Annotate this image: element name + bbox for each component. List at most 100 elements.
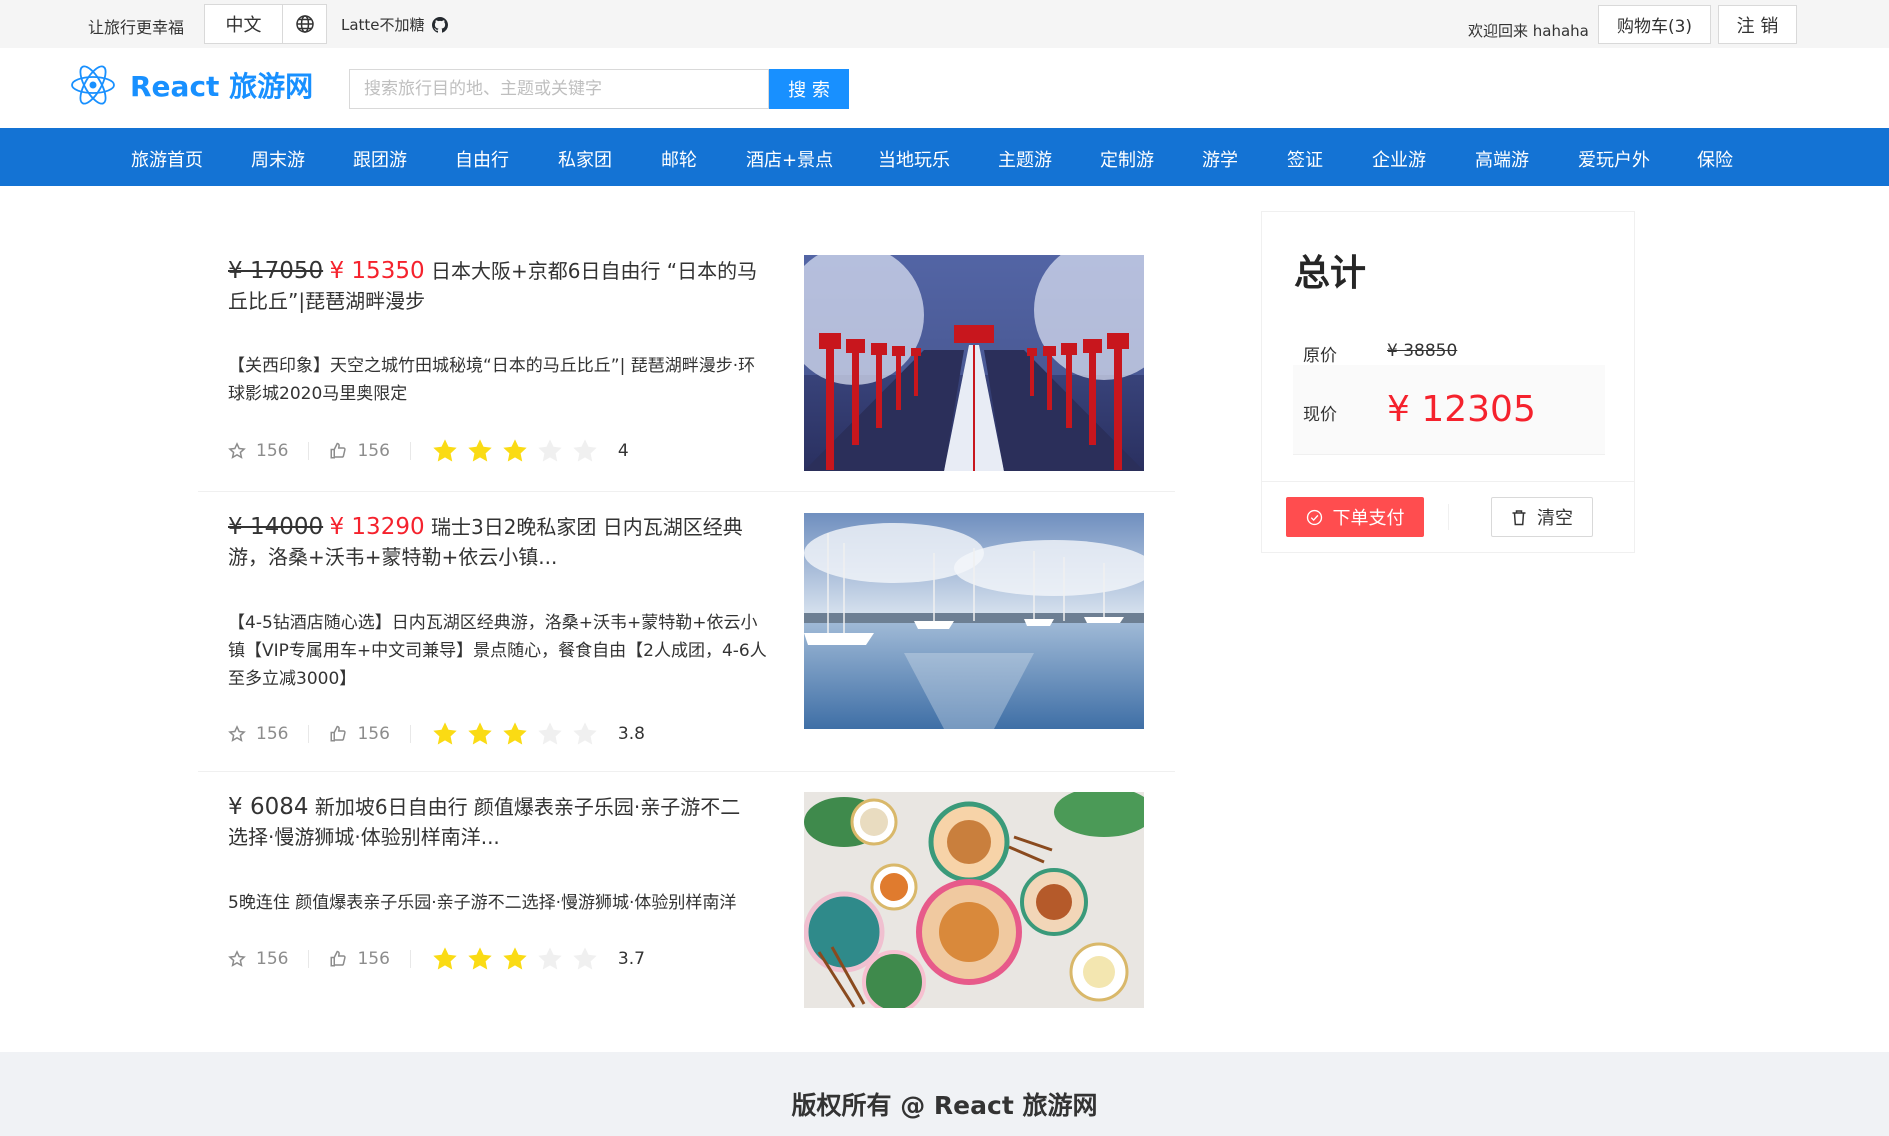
star-icon[interactable]: [536, 720, 564, 748]
product-image[interactable]: [804, 792, 1144, 1008]
star-icon[interactable]: [501, 720, 529, 748]
favorite-action[interactable]: 156: [228, 949, 288, 969]
product-actions: 156 156 3.8: [228, 721, 645, 747]
favorite-action[interactable]: 156: [228, 441, 288, 461]
order-summary: 总计 原价 ¥ 38850 现价 ¥ 12305 下单支付 清空: [1261, 211, 1635, 553]
clear-button-label: 清空: [1537, 508, 1573, 529]
nav-item-insurance[interactable]: 保险: [1697, 146, 1733, 172]
nav-item-custom[interactable]: 定制游: [1100, 146, 1154, 172]
logo[interactable]: React 旅游网: [70, 64, 313, 106]
pay-button[interactable]: 下单支付: [1286, 497, 1424, 537]
rating-value: 4: [617, 441, 629, 461]
star-icon[interactable]: [501, 437, 529, 465]
product-description: 【关西印象】天空之城竹田城秘境“日本的马丘比丘”| 琵琶湖畔漫步·环球影城202…: [228, 356, 756, 404]
current-price-label: 现价: [1303, 405, 1337, 425]
star-icon[interactable]: [466, 945, 494, 973]
nav-item-home[interactable]: 旅游首页: [131, 146, 203, 172]
nav-item-weekend[interactable]: 周末游: [251, 146, 305, 172]
like-count: 156: [357, 949, 390, 969]
thumbs-up-icon: [330, 950, 347, 967]
divider: [409, 950, 411, 968]
rating-stars[interactable]: 3.7: [431, 945, 645, 973]
star-icon[interactable]: [571, 720, 599, 748]
original-price-value: ¥ 38850: [1387, 341, 1458, 361]
search-input[interactable]: [349, 69, 769, 109]
star-outline-icon: [228, 442, 246, 459]
search-bar: 搜 索: [349, 69, 849, 109]
language-dropdown-button[interactable]: [283, 4, 327, 44]
star-icon[interactable]: [466, 720, 494, 748]
like-count: 156: [357, 724, 390, 744]
like-action[interactable]: 156: [329, 724, 390, 744]
current-price-row: 现价 ¥ 12305: [1293, 365, 1605, 455]
welcome-text: 欢迎回来 hahaha: [1468, 22, 1589, 40]
summary-title: 总计: [1294, 253, 1367, 294]
globe-icon: [295, 15, 314, 33]
product-image[interactable]: [804, 255, 1144, 471]
divider: [308, 950, 310, 968]
nav-item-cruise[interactable]: 邮轮: [661, 146, 697, 172]
nav-item-outdoor[interactable]: 爱玩户外: [1578, 146, 1650, 172]
nav-item-private-group[interactable]: 私家团: [558, 146, 612, 172]
copyright: 版权所有 @ React 旅游网: [791, 1091, 1098, 1120]
nav-item-local-fun[interactable]: 当地玩乐: [878, 146, 950, 172]
nav-item-theme[interactable]: 主题游: [998, 146, 1052, 172]
language-button[interactable]: 中文: [204, 4, 283, 44]
product-actions: 156 156 4: [228, 438, 629, 464]
main-nav: 旅游首页 周末游 跟团游 自由行 私家团 邮轮 酒店+景点 当地玩乐 主题游 定…: [0, 128, 1889, 186]
logout-button[interactable]: 注 销: [1718, 5, 1797, 44]
cart-button[interactable]: 购物车(3): [1598, 5, 1711, 44]
check-circle-icon: [1306, 509, 1322, 525]
star-icon[interactable]: [536, 437, 564, 465]
nav-item-study-tour[interactable]: 游学: [1202, 146, 1238, 172]
clear-cart-button[interactable]: 清空: [1491, 497, 1593, 537]
list-item: ¥ 17050 ¥ 15350 日本大阪+京都6日自由行 “日本的马丘比丘”|琵…: [198, 232, 1175, 492]
divider: [308, 725, 310, 743]
author-link[interactable]: Latte不加糖: [341, 14, 448, 35]
favorite-count: 156: [256, 949, 289, 969]
nav-item-group-tour[interactable]: 跟团游: [353, 146, 407, 172]
price: ¥ 15350: [329, 258, 425, 284]
star-icon[interactable]: [571, 945, 599, 973]
list-item: ¥ 14000 ¥ 13290 瑞士3日2晚私家团 日内瓦湖区经典游，洛桑+沃韦…: [198, 492, 1175, 772]
star-icon[interactable]: [536, 945, 564, 973]
current-price-value: ¥ 12305: [1387, 389, 1536, 430]
nav-item-visa[interactable]: 签证: [1287, 146, 1323, 172]
favorite-count: 156: [256, 724, 289, 744]
favorite-action[interactable]: 156: [228, 724, 288, 744]
star-icon[interactable]: [466, 437, 494, 465]
page-footer: 版权所有 @ React 旅游网: [0, 1052, 1889, 1136]
original-price-label: 原价: [1303, 346, 1337, 366]
price: ¥ 13290: [329, 514, 425, 540]
star-icon[interactable]: [431, 437, 459, 465]
product-image[interactable]: [804, 513, 1144, 729]
original-price: ¥ 14000: [228, 514, 324, 540]
nav-item-luxury[interactable]: 高端游: [1475, 146, 1529, 172]
original-price: ¥ 17050: [228, 258, 324, 284]
thumbs-up-icon: [330, 442, 347, 459]
rating-value: 3.8: [617, 724, 645, 744]
nav-item-corporate[interactable]: 企业游: [1372, 146, 1426, 172]
divider: [308, 442, 310, 460]
like-action[interactable]: 156: [329, 441, 390, 461]
star-icon[interactable]: [431, 945, 459, 973]
product-title-line[interactable]: ¥ 17050 ¥ 15350 日本大阪+京都6日自由行 “日本的马丘比丘”|琵…: [228, 256, 758, 316]
star-icon[interactable]: [431, 720, 459, 748]
author-name: Latte不加糖: [341, 16, 425, 34]
product-description: 【4-5钻酒店随心选】日内瓦湖区经典游，洛桑+沃韦+蒙特勒+依云小镇【VIP专属…: [228, 613, 767, 689]
rating-stars[interactable]: 4: [431, 437, 629, 465]
star-outline-icon: [228, 725, 246, 742]
product-title-line[interactable]: ¥ 6084 新加坡6日自由行 颜值爆表亲子乐园·亲子游不二选择·慢游狮城·体验…: [228, 792, 758, 852]
rating-stars[interactable]: 3.8: [431, 720, 645, 748]
product-title-line[interactable]: ¥ 14000 ¥ 13290 瑞士3日2晚私家团 日内瓦湖区经典游，洛桑+沃韦…: [228, 512, 758, 572]
nav-item-independent[interactable]: 自由行: [455, 146, 509, 172]
nav-item-hotel-attraction[interactable]: 酒店+景点: [746, 146, 833, 172]
like-action[interactable]: 156: [329, 949, 390, 969]
search-button[interactable]: 搜 索: [769, 69, 849, 109]
list-item: ¥ 6084 新加坡6日自由行 颜值爆表亲子乐园·亲子游不二选择·慢游狮城·体验…: [198, 772, 1175, 1022]
star-outline-icon: [228, 950, 246, 967]
language-switcher: 中文: [204, 4, 327, 44]
product-actions: 156 156 3.7: [228, 946, 645, 972]
star-icon[interactable]: [501, 945, 529, 973]
star-icon[interactable]: [571, 437, 599, 465]
